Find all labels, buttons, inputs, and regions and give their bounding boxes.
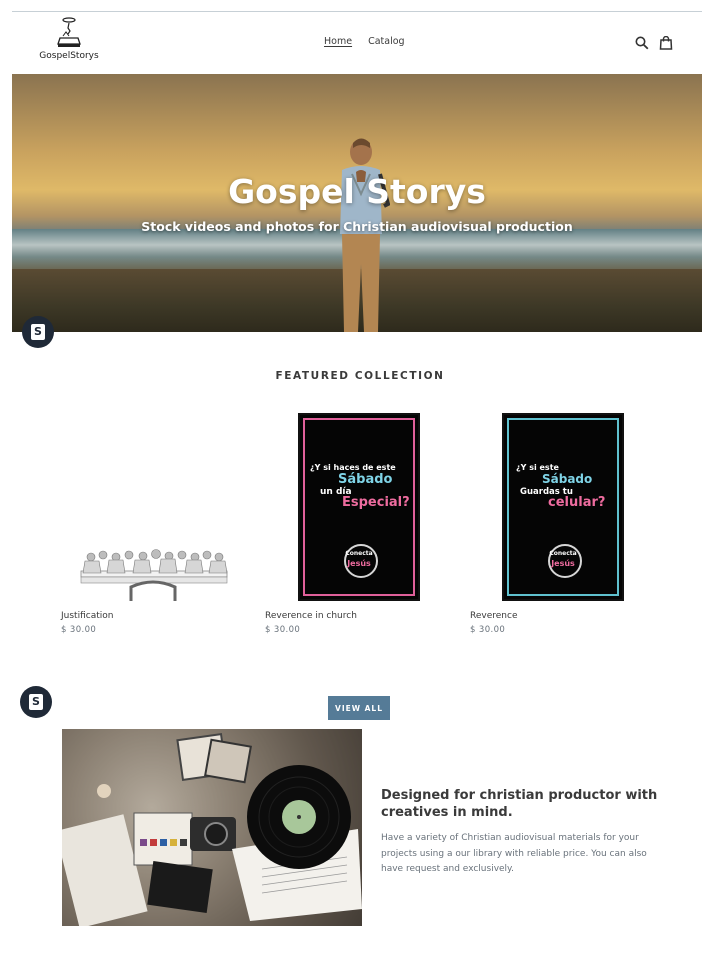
hero-subtitle: Stock videos and photos for Christian au… bbox=[141, 219, 573, 234]
product-card[interactable]: Justification $ 30.00 bbox=[61, 405, 241, 640]
product-name[interactable]: Justification bbox=[61, 611, 113, 621]
poster-image: ¿Y si haces de este Sábado un día Especi… bbox=[298, 413, 420, 601]
feature-heading: Designed for christian productor with cr… bbox=[381, 788, 658, 820]
cart-icon[interactable] bbox=[659, 35, 673, 50]
feature-text: Have a variety of Christian audiovisual … bbox=[381, 833, 647, 874]
search-icon[interactable] bbox=[635, 35, 649, 50]
site-logo[interactable]: GospelStorys bbox=[38, 16, 100, 70]
header-icons bbox=[635, 35, 673, 50]
view-all-button[interactable]: VIEW ALL bbox=[328, 696, 390, 720]
product-price: $ 30.00 bbox=[265, 625, 301, 635]
poster-logo-text: Conecta bbox=[549, 550, 577, 557]
product-price: $ 30.00 bbox=[61, 625, 97, 635]
site-header: GospelStorys Home Catalog bbox=[0, 12, 720, 74]
product-card[interactable]: ¿Y si haces de este Sábado un día Especi… bbox=[265, 405, 445, 640]
shopify-badge[interactable] bbox=[22, 316, 54, 348]
hero-banner: Gospel Storys Stock videos and photos fo… bbox=[12, 74, 702, 332]
logo-text: GospelStorys bbox=[39, 51, 99, 61]
poster-line: Sábado bbox=[338, 472, 393, 487]
product-image[interactable] bbox=[61, 405, 241, 605]
shopify-badge[interactable] bbox=[20, 686, 52, 718]
product-name[interactable]: Reverence in church bbox=[265, 611, 357, 621]
poster-line: ¿Y si haces de este bbox=[310, 463, 396, 472]
nav-catalog[interactable]: Catalog bbox=[368, 36, 404, 47]
poster-logo-text: Jesús bbox=[551, 559, 575, 568]
poster-line: ¿Y si este bbox=[516, 463, 559, 472]
hero-title: Gospel Storys bbox=[228, 172, 486, 211]
vinyl-desk-image bbox=[62, 729, 362, 926]
product-image[interactable]: ¿Y si haces de este Sábado un día Especi… bbox=[265, 405, 445, 605]
poster-line: celular? bbox=[548, 495, 606, 510]
poster-line: Especial? bbox=[342, 495, 410, 510]
nav-home[interactable]: Home bbox=[324, 36, 352, 47]
shopify-bag-icon bbox=[29, 694, 43, 710]
poster-line: Sábado bbox=[542, 472, 593, 486]
product-image[interactable]: ¿Y si este Sábado Guardas tu celular? Co… bbox=[470, 405, 650, 605]
shopify-bag-icon bbox=[31, 324, 45, 340]
poster-image: ¿Y si este Sábado Guardas tu celular? Co… bbox=[502, 413, 624, 601]
product-name[interactable]: Reverence bbox=[470, 611, 517, 621]
last-supper-image bbox=[80, 549, 228, 601]
product-card[interactable]: ¿Y si este Sábado Guardas tu celular? Co… bbox=[470, 405, 650, 640]
main-nav: Home Catalog bbox=[324, 36, 418, 47]
feature-image bbox=[62, 729, 362, 926]
poster-logo-text: Conecta bbox=[345, 550, 373, 557]
featured-collection-title: FEATURED COLLECTION bbox=[275, 370, 445, 382]
logo-book-icon bbox=[57, 17, 81, 47]
poster-logo-text: Jesús bbox=[347, 559, 371, 568]
product-price: $ 30.00 bbox=[470, 625, 506, 635]
